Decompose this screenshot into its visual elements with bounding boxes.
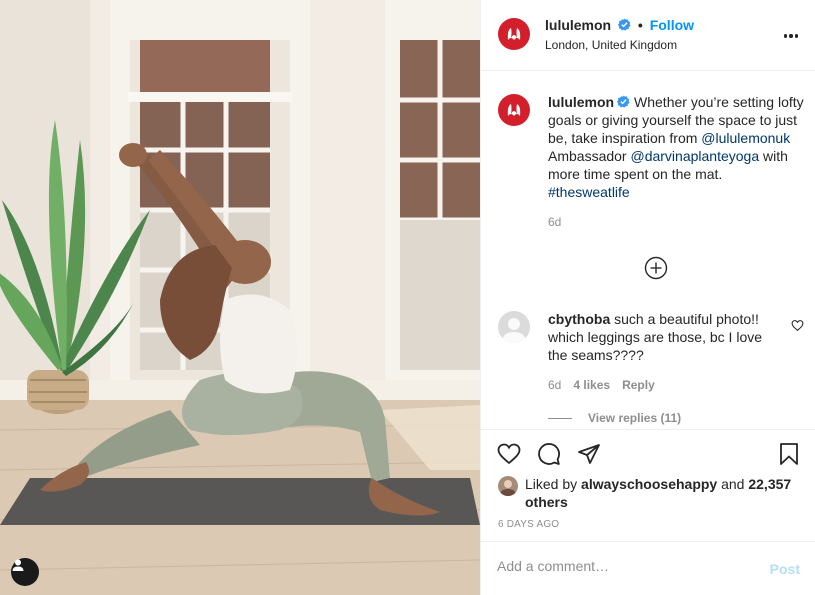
- caption-avatar[interactable]: [498, 94, 530, 126]
- commenter-avatar[interactable]: [498, 311, 530, 343]
- more-options-icon[interactable]: [782, 27, 800, 45]
- caption-text: lululemon Whether you’re setting lofty g…: [548, 93, 804, 201]
- comment-text: cbythoba such a beautiful photo!! which …: [548, 310, 780, 364]
- mention-darvinaplanteyoga[interactable]: @darvinaplanteyoga: [630, 148, 759, 164]
- caption-body-middle: Ambassador: [548, 148, 631, 164]
- caption-age[interactable]: 6d: [548, 215, 561, 229]
- view-replies-label: View replies (11): [588, 411, 682, 425]
- comment-age[interactable]: 6d: [548, 378, 561, 392]
- comment-likes[interactable]: 4 likes: [573, 378, 610, 392]
- caption-username[interactable]: lululemon: [548, 94, 614, 110]
- comment-username[interactable]: cbythoba: [548, 311, 610, 327]
- yoga-photo-illustration: [0, 0, 480, 595]
- tag-user-icon[interactable]: [11, 558, 39, 586]
- comments-section: lululemon Whether you’re setting lofty g…: [481, 72, 815, 429]
- post-comment-button[interactable]: Post: [770, 561, 800, 577]
- post-details-panel: lululemon • Follow London, United Kingdo…: [480, 0, 815, 595]
- post-location[interactable]: London, United Kingdom: [545, 38, 677, 52]
- view-replies-button[interactable]: View replies (11): [548, 411, 681, 425]
- add-comment-bar: Post: [481, 541, 815, 595]
- heart-icon[interactable]: [497, 442, 521, 466]
- verified-badge-icon: [617, 95, 630, 108]
- lululemon-logo-icon: [507, 104, 521, 116]
- post-actions: Liked by alwayschoosehappy and 22,357 ot…: [481, 429, 815, 541]
- post-header: lululemon • Follow London, United Kingdo…: [481, 0, 815, 71]
- liked-by-prefix: Liked by: [525, 476, 578, 492]
- post-date[interactable]: 6 DAYS AGO: [498, 519, 559, 530]
- separator-dot: •: [637, 17, 643, 33]
- load-more-icon[interactable]: [644, 256, 668, 280]
- bookmark-icon[interactable]: [777, 442, 801, 466]
- liked-by-joiner: and: [721, 476, 745, 492]
- follow-button[interactable]: Follow: [650, 17, 694, 33]
- mention-lululemonuk[interactable]: @lululemonuk: [701, 130, 790, 146]
- liked-by-user[interactable]: alwayschoosehappy: [581, 476, 717, 492]
- replies-divider: [548, 417, 572, 419]
- verified-badge-icon: [618, 18, 631, 31]
- comment-heart-icon[interactable]: [791, 319, 804, 332]
- post-photo[interactable]: [0, 0, 480, 595]
- account-username[interactable]: lululemon: [545, 17, 611, 33]
- share-icon[interactable]: [577, 442, 601, 466]
- hashtag-thesweatlife[interactable]: #thesweatlife: [548, 184, 630, 200]
- comment-icon[interactable]: [537, 442, 561, 466]
- instagram-post-view: lululemon • Follow London, United Kingdo…: [0, 0, 815, 595]
- liked-by-text: Liked by alwayschoosehappy and 22,357 ot…: [525, 475, 795, 511]
- header-username-row: lululemon • Follow: [545, 17, 694, 33]
- lululemon-logo-icon[interactable]: [498, 18, 530, 50]
- comment-reply-button[interactable]: Reply: [622, 378, 655, 392]
- comment-meta: 6d 4 likes Reply: [548, 378, 655, 392]
- add-comment-input[interactable]: [497, 558, 747, 574]
- liked-by-avatar[interactable]: [498, 476, 518, 496]
